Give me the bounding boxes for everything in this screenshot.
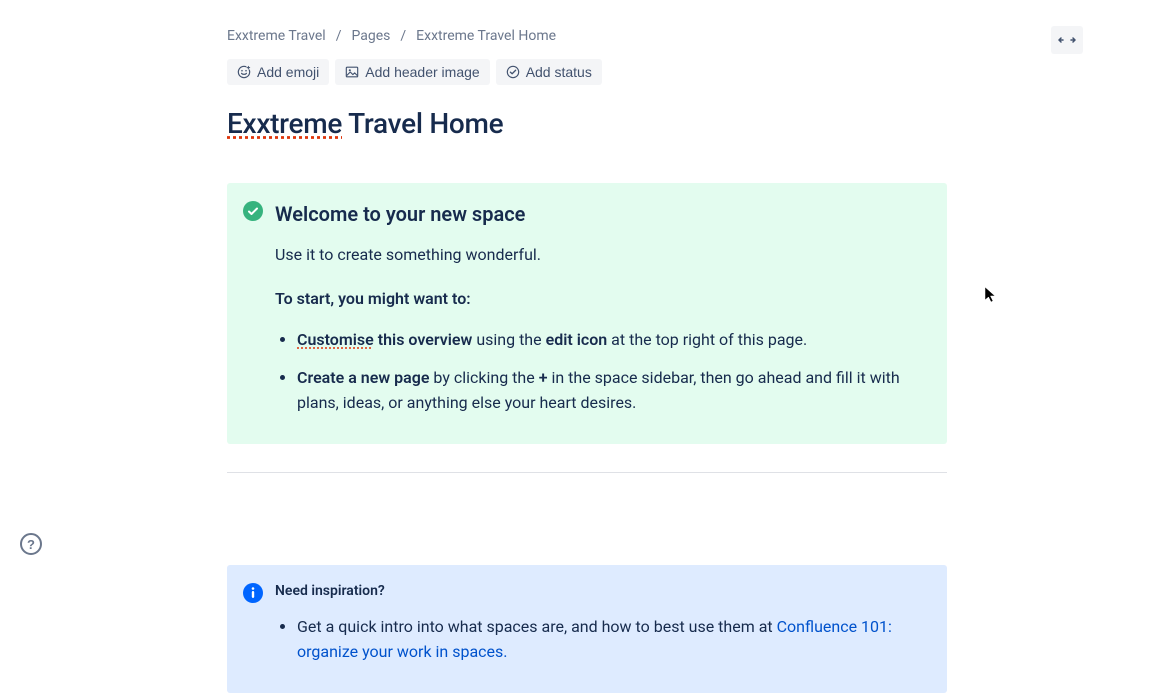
expand-width-button[interactable] [1051, 26, 1083, 54]
help-button[interactable]: ? [20, 533, 42, 555]
divider [227, 472, 947, 473]
page-title[interactable]: Exxtreme Travel Home [227, 85, 947, 145]
welcome-heading: Welcome to your new space [275, 199, 927, 229]
breadcrumb-separator: / [336, 26, 342, 47]
add-header-image-label: Add header image [365, 64, 479, 80]
image-icon [345, 65, 359, 79]
check-circle-icon [243, 201, 263, 221]
welcome-bullet-create-page: Create a new page by clicking the + in t… [297, 365, 927, 416]
add-header-image-button[interactable]: Add header image [335, 59, 489, 85]
breadcrumb-link-current[interactable]: Exxtreme Travel Home [416, 26, 556, 47]
info-panel: Need inspiration? Get a quick intro into… [227, 565, 947, 693]
welcome-bullet-customise: Customise this overview using the edit i… [297, 327, 927, 353]
page-actions-toolbar: Add emoji Add header image Add status [227, 47, 947, 85]
breadcrumb: Exxtreme Travel / Pages / Exxtreme Trave… [227, 26, 556, 47]
info-heading: Need inspiration? [275, 581, 927, 602]
page-title-rest: Travel Home [342, 107, 503, 140]
page-title-word1: Exxtreme [227, 107, 342, 140]
info-bullet-1: Get a quick intro into what spaces are, … [297, 614, 927, 665]
breadcrumb-separator: / [400, 26, 406, 47]
add-emoji-label: Add emoji [257, 64, 319, 80]
breadcrumb-link-space[interactable]: Exxtreme Travel [227, 26, 326, 47]
breadcrumb-link-pages[interactable]: Pages [352, 26, 391, 47]
info-circle-icon [243, 583, 263, 603]
welcome-subheading: To start, you might want to: [275, 287, 927, 311]
status-icon [506, 65, 520, 79]
emoji-add-icon [237, 65, 251, 79]
add-emoji-button[interactable]: Add emoji [227, 59, 329, 85]
question-mark-icon: ? [27, 537, 35, 552]
add-status-button[interactable]: Add status [496, 59, 602, 85]
welcome-panel: Welcome to your new space Use it to crea… [227, 183, 947, 444]
mouse-cursor-icon [984, 286, 998, 304]
expand-horizontal-icon [1058, 33, 1076, 47]
add-status-label: Add status [526, 64, 592, 80]
welcome-paragraph: Use it to create something wonderful. [275, 243, 927, 267]
